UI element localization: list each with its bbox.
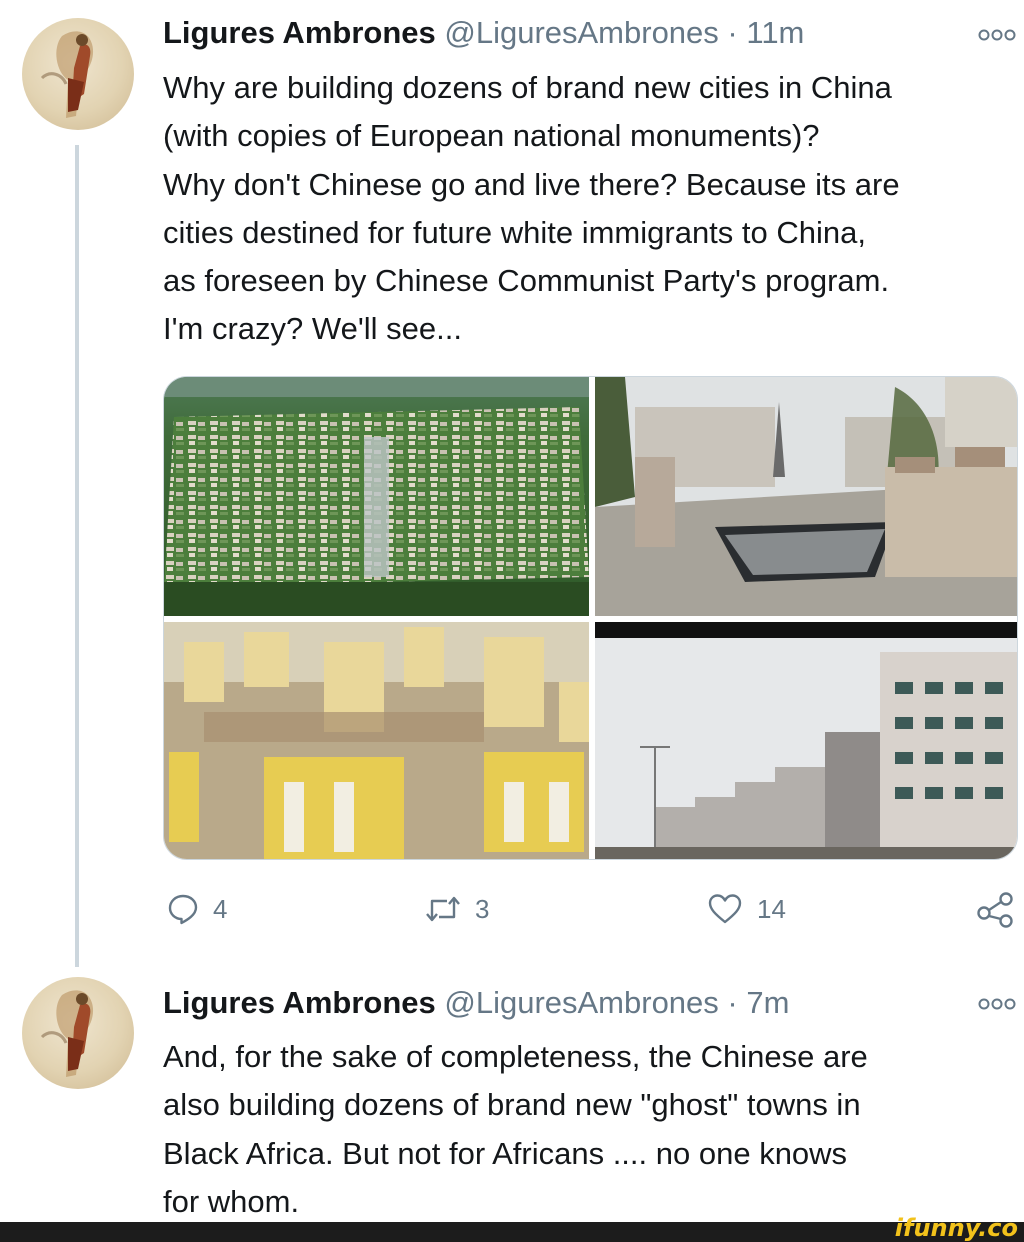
reply-count: 4 <box>213 893 228 924</box>
tweet-text: Why are building dozens of brand new cit… <box>163 64 1018 354</box>
tweet-text-line: Why don't Chinese go and live there? Bec… <box>163 166 900 202</box>
heart-icon <box>708 894 742 924</box>
like-count: 14 <box>757 893 786 924</box>
separator-dot: · <box>727 15 738 50</box>
retweet-count: 3 <box>475 893 490 924</box>
tweet-header: Ligures Ambrones @LiguresAmbrones · 7m <box>163 982 789 1024</box>
avatar-figure-icon <box>40 990 94 1077</box>
share-button[interactable] <box>975 884 1015 934</box>
watermark-bar <box>0 1222 1024 1242</box>
reply-button[interactable]: 4 <box>167 884 227 934</box>
more-options-icon[interactable] <box>978 29 1016 41</box>
like-button[interactable]: 14 <box>707 884 786 934</box>
avatar[interactable] <box>22 18 134 130</box>
tweet-action-bar: 4 3 14 <box>163 884 1018 934</box>
photo-aerial-city[interactable] <box>164 377 589 616</box>
timestamp[interactable]: 7m <box>746 985 789 1020</box>
tweet-text-line: I'm crazy? We'll see... <box>163 311 462 347</box>
tweet-text-line: cities destined for future white immigra… <box>163 214 866 250</box>
author-name[interactable]: Ligures Ambrones <box>163 15 436 50</box>
tweet-text-line: And, for the sake of completeness, the C… <box>163 1039 868 1074</box>
thread-line <box>75 145 79 967</box>
tweet-text-line: also building dozens of brand new "ghost… <box>163 1087 861 1123</box>
separator-dot: · <box>727 985 738 1020</box>
tweet-text-line: Black Africa. But not for Africans .... … <box>163 1135 848 1171</box>
tweet-text-line: (with copies of European national monume… <box>163 118 820 154</box>
avatar[interactable] <box>22 977 134 1089</box>
reply-icon <box>168 894 198 925</box>
more-options-icon[interactable] <box>978 998 1016 1010</box>
ifunny-watermark: ifunny.co <box>894 1214 1018 1242</box>
photo-eiffel-replica[interactable] <box>595 377 1017 616</box>
tweet-header: Ligures Ambrones @LiguresAmbrones · 11m <box>163 12 804 54</box>
tweet-2[interactable]: Ligures Ambrones @LiguresAmbrones · 7m A… <box>0 960 1024 1222</box>
author-name[interactable]: Ligures Ambrones <box>163 985 436 1020</box>
avatar-figure-icon <box>40 31 94 118</box>
tweet-text-line: for whom. <box>163 1183 300 1219</box>
photo-empty-buildings[interactable] <box>595 622 1017 859</box>
share-icon <box>977 892 1013 928</box>
retweet-button[interactable]: 3 <box>425 884 489 934</box>
tweet-text-line: Why are building dozens of brand new cit… <box>163 70 892 105</box>
retweet-icon <box>426 896 460 922</box>
tweet-text: And, for the sake of completeness, the C… <box>163 1033 1018 1226</box>
author-handle[interactable]: @LiguresAmbrones <box>444 985 718 1020</box>
tweet-1[interactable]: Ligures Ambrones @LiguresAmbrones · 11m … <box>0 0 1024 967</box>
photo-yellow-apartments[interactable] <box>164 622 589 859</box>
author-handle[interactable]: @LiguresAmbrones <box>444 15 718 50</box>
timestamp[interactable]: 11m <box>746 15 804 50</box>
tweet-text-line: as foreseen by Chinese Communist Party's… <box>163 263 890 299</box>
photo-grid <box>163 376 1018 860</box>
